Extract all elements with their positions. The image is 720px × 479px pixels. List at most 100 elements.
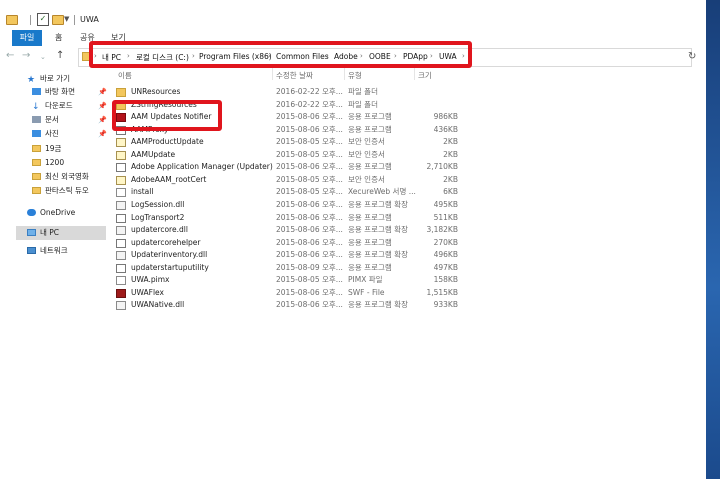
file-type: 보안 인증서	[348, 137, 385, 147]
file-name: UNResources	[131, 87, 181, 96]
doc-file-icon	[116, 276, 126, 286]
cert-file-icon	[116, 138, 126, 148]
file-date: 2015-08-05 오후...	[276, 149, 343, 159]
pin-icon[interactable]: 📌	[98, 88, 107, 96]
file-row[interactable]: LogSession.dll 2015-08-06 오후... 응용 프로그램 확장…	[116, 199, 466, 211]
sidebar-item-label: 19금	[45, 144, 62, 153]
file-row[interactable]: updatercorehelper 2015-08-06 오후... 응용 프로그램…	[116, 237, 466, 249]
file-type: 파일 폴더	[348, 87, 378, 96]
tab-file[interactable]: 파일	[12, 30, 42, 46]
customize-toolbar-arrow-icon[interactable]: ▼	[64, 15, 69, 23]
sidebar-item-downloads[interactable]: ↓ 다운로드	[32, 100, 73, 112]
up-arrow-icon[interactable]: ↑	[56, 50, 64, 61]
sidebar-onedrive[interactable]: OneDrive	[27, 207, 75, 219]
file-row[interactable]: updaterstartuputility 2015-08-09 오후... 응용 …	[116, 262, 466, 274]
sidebar-item-documents[interactable]: 문서	[32, 114, 59, 126]
file-row[interactable]: updatercore.dll 2015-08-06 오후... 응용 프로그램 확…	[116, 224, 466, 236]
back-arrow-icon[interactable]: ←	[6, 50, 14, 61]
file-type: 응용 프로그램 확장	[348, 225, 408, 235]
column-header-date[interactable]: 수정한 날짜	[276, 70, 313, 81]
file-size: 158KB	[433, 275, 458, 285]
properties-check-icon[interactable]: ✓	[37, 13, 49, 26]
file-type: 응용 프로그램 확장	[348, 250, 408, 260]
file-name: install	[131, 187, 154, 197]
swf-file-icon	[116, 288, 126, 298]
title-divider	[74, 15, 75, 25]
file-date: 2015-08-06 오후...	[276, 225, 343, 235]
sidebar-item-label: 다운로드	[45, 101, 73, 110]
pin-icon[interactable]: 📌	[98, 116, 107, 124]
window-title: UWA	[80, 15, 99, 24]
column-divider[interactable]	[344, 68, 345, 80]
file-date: 2015-08-06 오후...	[276, 250, 343, 260]
file-row[interactable]: AAMProductUpdate 2015-08-05 오후... 보안 인증서 2K…	[116, 136, 466, 148]
pin-icon[interactable]: 📌	[98, 130, 107, 138]
sidebar-quick-access[interactable]: ★ 바로 가기	[27, 73, 70, 85]
download-icon: ↓	[32, 102, 40, 112]
forward-arrow-icon[interactable]: →	[22, 50, 30, 61]
app-file-icon	[116, 238, 126, 248]
file-date: 2015-08-06 오후...	[276, 212, 343, 222]
dll-file-icon	[116, 251, 126, 261]
sidebar-item-foreign-movies[interactable]: 최신 외국영화	[32, 171, 89, 183]
sidebar-item-label: 바로 가기	[40, 74, 70, 83]
column-header-size[interactable]: 크기	[418, 70, 432, 81]
sidebar-item-folder-19[interactable]: 19금	[32, 143, 61, 155]
file-name: UWAFlex	[131, 287, 164, 297]
file-type: 보안 인증서	[348, 149, 385, 159]
sidebar-item-label: 네트워크	[40, 246, 68, 255]
file-row[interactable]: UWA.pimx 2015-08-05 오후... PIMX 파일 158KB	[116, 274, 466, 286]
file-row[interactable]: UWAFlex 2015-08-06 오후... SWF - File 1,515KB	[116, 287, 466, 299]
file-row[interactable]: AAMUpdate 2015-08-05 오후... 보안 인증서 2KB	[116, 149, 466, 161]
file-date: 2015-08-06 오후...	[276, 237, 343, 247]
file-date: 2015-08-06 오후...	[276, 199, 343, 209]
sidebar-item-label: 사진	[45, 129, 59, 138]
file-type: 응용 프로그램	[348, 212, 392, 222]
file-date: 2015-08-05 오후...	[276, 174, 343, 184]
column-divider[interactable]	[272, 68, 273, 80]
file-type: 보안 인증서	[348, 174, 385, 184]
file-row[interactable]: Adobe Application Manager (Updater) 2015-…	[116, 161, 466, 173]
column-divider[interactable]	[414, 68, 415, 80]
refresh-icon[interactable]: ↻	[688, 51, 696, 62]
sidebar-item-fantastic-duo[interactable]: 판타스틱 듀오	[32, 185, 89, 197]
file-row[interactable]: UWANative.dll 2015-08-06 오후... 응용 프로그램 확장 9…	[116, 299, 466, 311]
file-date: 2015-08-06 오후...	[276, 300, 343, 310]
dll-file-icon	[116, 200, 126, 210]
pictures-icon	[32, 130, 41, 137]
file-name: LogSession.dll	[131, 199, 185, 209]
folder-icon	[6, 15, 18, 25]
file-row[interactable]: AdobeAAM_rootCert 2015-08-05 오후... 보안 인증서 2…	[116, 174, 466, 186]
file-size: 2KB	[443, 137, 458, 147]
documents-icon	[32, 116, 41, 123]
column-header-type[interactable]: 유형	[348, 70, 362, 81]
toolbar-divider	[30, 15, 31, 25]
sidebar-item-label: 최신 외국영화	[45, 172, 89, 181]
file-size: 6KB	[443, 187, 458, 197]
pin-icon[interactable]: 📌	[98, 102, 107, 110]
file-row[interactable]: install 2015-08-05 오후... XecureWeb 서명 ... 6…	[116, 186, 466, 198]
file-size: 3,182KB	[426, 225, 458, 235]
sidebar-network[interactable]: 네트워크	[27, 245, 68, 257]
file-date: 2015-08-06 오후...	[276, 162, 343, 172]
file-type: 응용 프로그램	[348, 262, 392, 272]
new-folder-icon[interactable]	[52, 15, 64, 25]
file-row[interactable]: Updaterinventory.dll 2015-08-06 오후... 응용 프…	[116, 249, 466, 261]
file-size: 436KB	[433, 124, 458, 134]
doc-file-icon	[116, 188, 126, 198]
sidebar-this-pc[interactable]: 내 PC	[27, 227, 59, 239]
sidebar-item-label: 1200	[45, 158, 65, 167]
file-date: 2015-08-05 오후...	[276, 275, 343, 285]
app-file-icon	[116, 213, 126, 223]
recent-locations-chevron-icon[interactable]: ⌄	[40, 53, 46, 61]
tab-home[interactable]: 홈	[55, 30, 62, 46]
file-row[interactable]: UNResources 2016-02-22 오후... 파일 폴더	[116, 86, 466, 98]
file-size: 496KB	[433, 250, 458, 260]
sidebar-item-folder-1200[interactable]: 1200	[32, 157, 64, 169]
file-type: 응용 프로그램 확장	[348, 199, 408, 209]
sidebar-item-pictures[interactable]: 사진	[32, 128, 59, 140]
file-row[interactable]: LogTransport2 2015-08-06 오후... 응용 프로그램 511K…	[116, 212, 466, 224]
column-header-name[interactable]: 이름	[118, 70, 132, 81]
sidebar-item-desktop[interactable]: 바탕 화면	[32, 86, 75, 98]
file-name: UWANative.dll	[131, 300, 185, 310]
